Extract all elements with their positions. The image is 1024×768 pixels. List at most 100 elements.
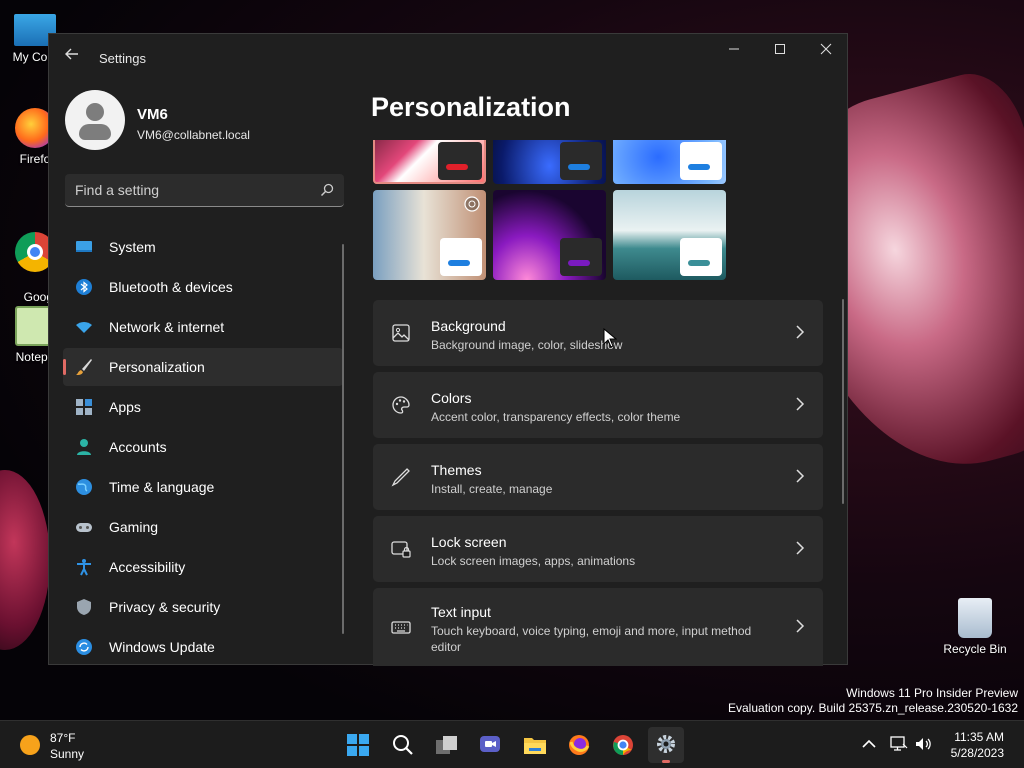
sidebar-item-accessibility[interactable]: Accessibility: [63, 548, 343, 586]
card-subtitle: Background image, color, slideshow: [431, 338, 623, 352]
weather-temp: 87°F: [50, 731, 76, 745]
chevron-right-icon: [796, 397, 805, 411]
sidebar-item-accounts[interactable]: Accounts: [63, 428, 343, 466]
content-scrollbar[interactable]: [842, 299, 844, 504]
user-name: VM6: [137, 106, 168, 123]
accounts-icon: [77, 439, 91, 455]
sidebar-item-label: Apps: [109, 399, 141, 415]
sidebar-item-personalization[interactable]: Personalization: [63, 348, 343, 386]
card-title: Themes: [431, 462, 482, 478]
pen-icon: [391, 468, 410, 487]
chevron-right-icon: [796, 541, 805, 555]
theme-thumbnail[interactable]: [493, 140, 606, 184]
sidebar-item-system[interactable]: System: [63, 228, 343, 266]
sidebar-item-network[interactable]: Network & internet: [63, 308, 343, 346]
theme-gallery: [373, 140, 729, 280]
close-button[interactable]: [803, 34, 849, 66]
task-view-button[interactable]: [429, 727, 465, 763]
desktop-icon-label: Recycle Bin: [943, 642, 1007, 656]
user-profile[interactable]: VM6 VM6@collabnet.local: [65, 90, 355, 152]
sidebar-item-privacy[interactable]: Privacy & security: [63, 588, 343, 626]
watermark-line: Evaluation copy. Build 25375.zn_release.…: [728, 701, 1018, 715]
maximize-icon: [775, 44, 785, 54]
mouse-cursor-icon: [603, 328, 617, 348]
title-bar: Settings: [49, 34, 847, 80]
theme-thumbnail[interactable]: [373, 190, 486, 280]
chevron-right-icon: [796, 469, 805, 483]
system-clock[interactable]: 11:35 AM 5/28/2023: [951, 729, 1004, 761]
close-icon: [820, 43, 832, 55]
camera-icon: [464, 196, 480, 212]
taskbar-search-button[interactable]: [385, 727, 421, 763]
minimize-icon: [729, 48, 739, 50]
lock-screen-icon: [391, 541, 411, 558]
sidebar-item-label: Accessibility: [109, 559, 186, 575]
minimize-button[interactable]: [711, 34, 757, 66]
wifi-icon: [76, 322, 92, 333]
arrow-left-icon: [65, 48, 78, 60]
chevron-right-icon: [796, 619, 805, 633]
sidebar-scrollbar[interactable]: [342, 244, 344, 634]
card-subtitle: Touch keyboard, voice typing, emoji and …: [431, 624, 752, 654]
brush-icon: [76, 359, 92, 375]
system-icon: [76, 241, 92, 252]
theme-thumbnail[interactable]: [613, 140, 726, 184]
active-indicator: [662, 760, 670, 763]
sidebar-item-label: Windows Update: [109, 639, 215, 655]
network-monitor-icon[interactable]: [890, 735, 908, 753]
firefox-icon: [569, 735, 590, 755]
page-title: Personalization: [371, 92, 571, 122]
task-view-icon: [436, 736, 457, 754]
firefox-taskbar-button[interactable]: [561, 727, 597, 763]
shield-icon: [77, 599, 91, 615]
gamepad-icon: [76, 523, 92, 532]
lock-screen-card[interactable]: Lock screen Lock screen images, apps, an…: [373, 516, 823, 582]
clock-time: 11:35 AM: [954, 730, 1004, 744]
card-title: Background: [431, 318, 506, 334]
search-input[interactable]: [75, 174, 305, 206]
chat-icon: [480, 736, 500, 752]
sidebar-item-time-language[interactable]: Time & language: [63, 468, 343, 506]
themes-card[interactable]: Themes Install, create, manage: [373, 444, 823, 510]
sidebar-nav: System Bluetooth & devices Network & int…: [63, 228, 343, 668]
sidebar-item-label: Privacy & security: [109, 599, 221, 615]
sidebar-item-gaming[interactable]: Gaming: [63, 508, 343, 546]
start-button[interactable]: [340, 727, 376, 763]
volume-icon[interactable]: [914, 735, 932, 753]
theme-thumbnail[interactable]: [373, 140, 486, 184]
desktop-icon-recycle-bin[interactable]: Recycle Bin: [940, 598, 1010, 656]
accessibility-icon: [77, 559, 91, 576]
update-icon: [76, 639, 92, 655]
app-title: Settings: [99, 51, 146, 66]
colors-card[interactable]: Colors Accent color, transparency effect…: [373, 372, 823, 438]
teams-chat-button[interactable]: [472, 727, 508, 763]
sidebar-item-windows-update[interactable]: Windows Update: [63, 628, 343, 666]
sidebar-item-label: Network & internet: [109, 319, 225, 335]
watermark-line: Windows 11 Pro Insider Preview: [846, 686, 1018, 700]
back-button[interactable]: [61, 46, 83, 68]
keyboard-icon: [391, 621, 411, 634]
search-box[interactable]: [65, 174, 344, 207]
sidebar-item-bluetooth[interactable]: Bluetooth & devices: [63, 268, 343, 306]
file-explorer-button[interactable]: [517, 727, 553, 763]
maximize-button[interactable]: [757, 34, 803, 66]
recycle-bin-icon: [958, 598, 992, 638]
folder-icon: [524, 738, 546, 754]
desktop-icon-label: Firefo: [19, 152, 51, 166]
wallpaper-shape: [0, 470, 50, 650]
palette-icon: [392, 396, 410, 414]
search-icon: [393, 735, 413, 755]
chrome-taskbar-button[interactable]: [605, 727, 641, 763]
text-input-card[interactable]: Text input Touch keyboard, voice typing,…: [373, 588, 823, 666]
clock-date: 5/28/2023: [950, 746, 1004, 760]
os-watermark: Windows 11 Pro Insider Preview Evaluatio…: [728, 686, 1018, 716]
chevron-up-icon[interactable]: [860, 735, 878, 753]
weather-condition: Sunny: [50, 747, 85, 761]
background-card[interactable]: Background Background image, color, slid…: [373, 300, 823, 366]
sidebar-item-apps[interactable]: Apps: [63, 388, 343, 426]
chrome-icon: [613, 735, 633, 756]
theme-thumbnail[interactable]: [613, 190, 726, 280]
chevron-right-icon: [796, 325, 805, 339]
settings-taskbar-button[interactable]: [648, 727, 684, 763]
theme-thumbnail[interactable]: [493, 190, 606, 280]
